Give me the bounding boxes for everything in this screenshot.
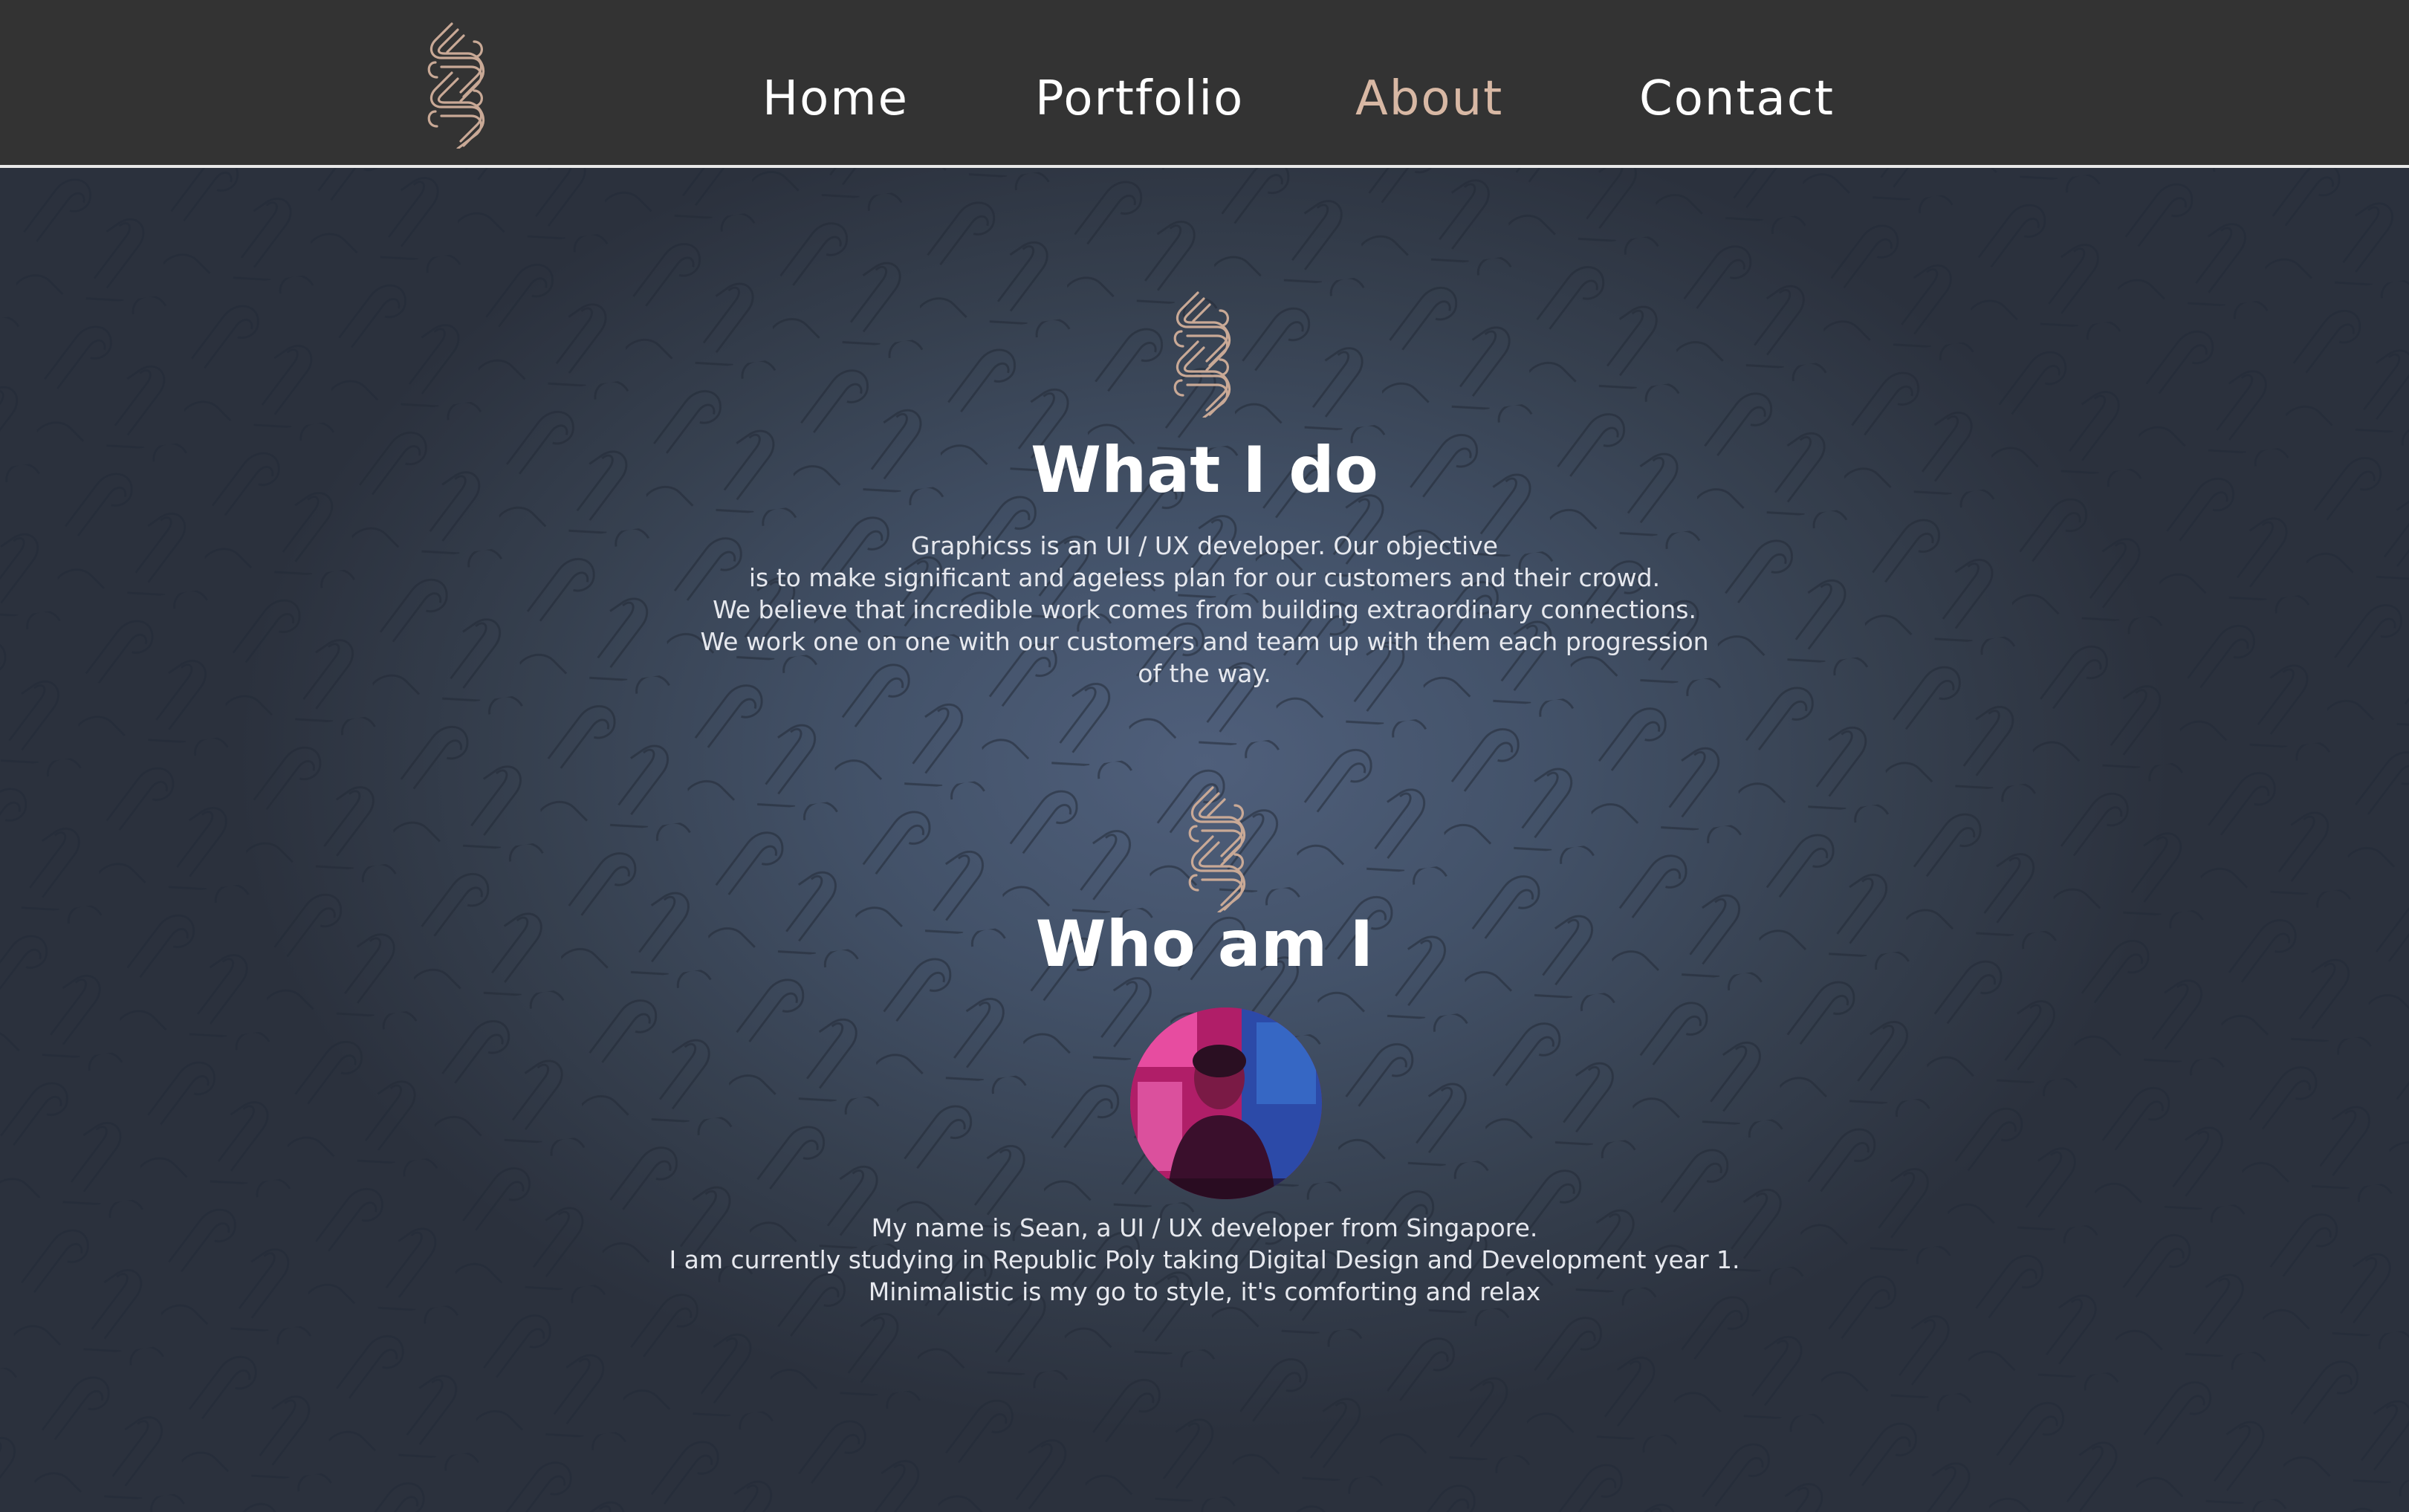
description-line: We work one on one with our customers an…	[700, 627, 1709, 656]
nav-link-home[interactable]: Home	[762, 65, 909, 132]
nav-link-portfolio[interactable]: Portfolio	[1035, 65, 1244, 132]
nav-link-about[interactable]: About	[1355, 65, 1503, 132]
about-page-content: What I do Graphicss is an UI / UX develo…	[0, 168, 2409, 1512]
graphicss-chain-logo-icon[interactable]	[422, 21, 493, 149]
graphicss-chain-logo-icon	[1168, 290, 1239, 418]
what-i-do-description: Graphicss is an UI / UX developer. Our o…	[0, 530, 2409, 690]
description-line: of the way.	[1138, 659, 1271, 688]
top-navigation-bar: Home Portfolio About Contact	[0, 0, 2409, 168]
who-am-i-description: My name is Sean, a UI / UX developer fro…	[0, 1212, 2409, 1308]
nav-link-contact[interactable]: Contact	[1639, 65, 1835, 132]
who-am-i-heading: Who am I	[1035, 907, 1374, 981]
what-i-do-heading: What I do	[1031, 433, 1378, 507]
graphicss-chain-logo-icon	[1183, 785, 1254, 912]
profile-photo	[1130, 1008, 1322, 1199]
description-line: is to make significant and ageless plan …	[748, 563, 1661, 592]
description-line: We believe that incredible work comes fr…	[713, 595, 1696, 624]
description-line: Minimalistic is my go to style, it's com…	[868, 1277, 1541, 1306]
description-line: Graphicss is an UI / UX developer. Our o…	[911, 531, 1498, 560]
description-line: I am currently studying in Republic Poly…	[669, 1245, 1740, 1274]
description-line: My name is Sean, a UI / UX developer fro…	[871, 1213, 1538, 1242]
